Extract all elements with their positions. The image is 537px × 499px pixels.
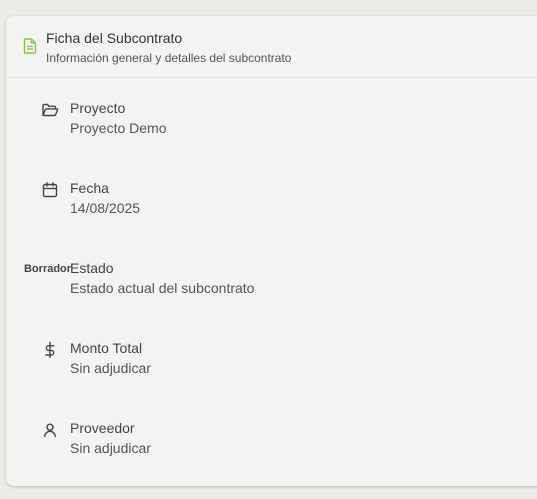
subcontract-card: Ficha del Subcontrato Información genera… — [6, 16, 537, 486]
status-badge: Borrador — [24, 263, 72, 275]
card-header: Ficha del Subcontrato Información genera… — [6, 16, 537, 78]
field-value: 14/08/2025 — [70, 200, 141, 216]
dollar-icon — [45, 341, 55, 359]
field-value: Estado actual del subcontrato — [70, 280, 255, 296]
field-monto-total: Monto Total Sin adjudicar — [6, 330, 537, 380]
field-estado: Borrador Estado Estado actual del subcon… — [6, 250, 537, 300]
calendar-icon — [42, 182, 58, 198]
field-label: Monto Total — [70, 340, 143, 356]
field-fecha: Fecha 14/08/2025 — [6, 170, 537, 220]
field-label: Estado — [70, 260, 114, 276]
field-proveedor: Proveedor Sin adjudicar — [6, 410, 537, 460]
field-value: Sin adjudicar — [70, 440, 151, 456]
folder-open-icon — [42, 103, 59, 117]
card-title: Ficha del Subcontrato — [46, 30, 183, 46]
user-icon — [44, 423, 56, 438]
field-label: Fecha — [70, 180, 109, 196]
document-icon — [23, 38, 37, 54]
field-value: Sin adjudicar — [70, 360, 151, 376]
field-label: Proyecto — [70, 100, 126, 116]
field-value: Proyecto Demo — [70, 120, 167, 136]
card-subtitle: Información general y detalles del subco… — [46, 51, 292, 65]
field-label: Proveedor — [70, 420, 135, 436]
field-proyecto: Proyecto Proyecto Demo — [6, 90, 537, 140]
